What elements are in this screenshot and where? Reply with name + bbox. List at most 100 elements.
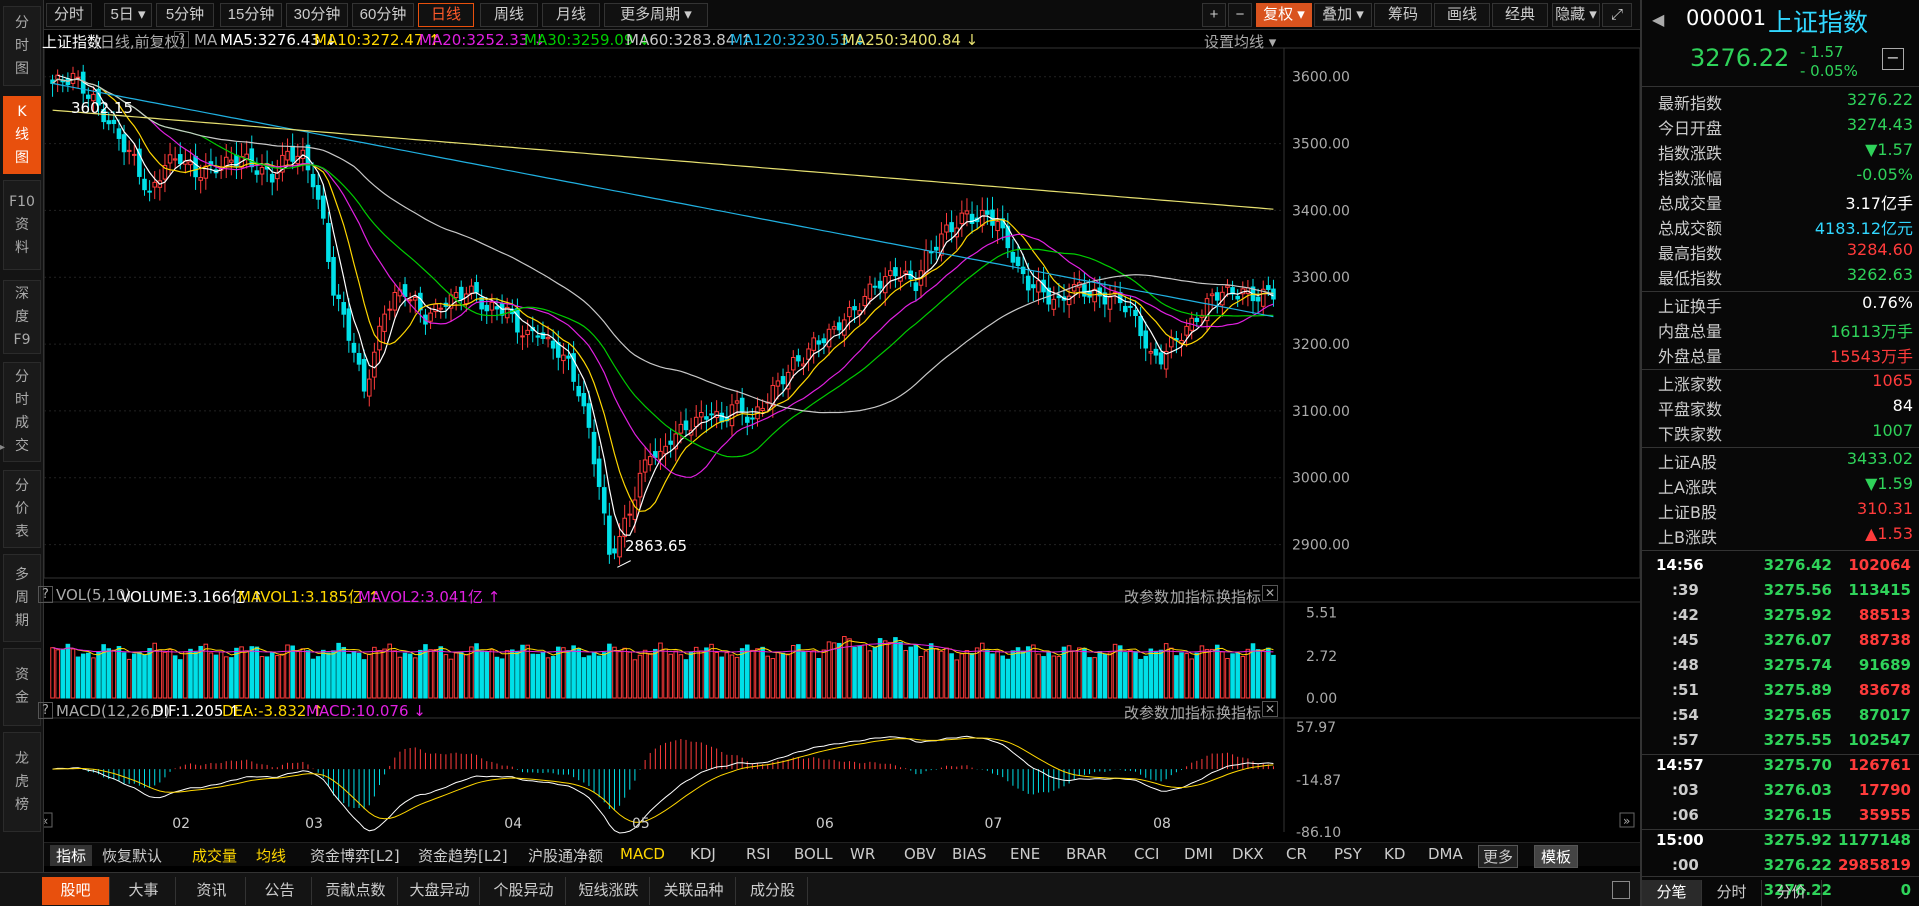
- bottom-tab-4[interactable]: 贡献点数: [314, 877, 398, 905]
- left-tab-8[interactable]: 龙 虎 榜: [3, 732, 41, 832]
- volume-bar: [775, 651, 781, 699]
- period-button-5[interactable]: 60分钟: [352, 3, 414, 27]
- chip-button[interactable]: 筹码: [1374, 3, 1432, 27]
- indicator-tab-18[interactable]: DKX: [1232, 845, 1264, 863]
- vol-close-icon[interactable]: ✕: [1262, 585, 1279, 601]
- vol-swap-indicator[interactable]: 换指标: [1216, 586, 1261, 607]
- indicator-tab-13[interactable]: BIAS: [952, 845, 987, 863]
- volume-bar: [1174, 655, 1179, 699]
- right-tab-2[interactable]: 分价: [1762, 880, 1822, 906]
- indicator-tab-14[interactable]: ENE: [1010, 845, 1040, 863]
- chart-canvas[interactable]: 3600.00 3500.00 3400.00 3300.00 3200.00 3100.…: [44, 30, 1640, 842]
- candle-body: [607, 515, 612, 555]
- fullscreen-icon[interactable]: ⤢: [1602, 3, 1632, 27]
- period-button-4[interactable]: 30分钟: [286, 3, 348, 27]
- indicator-tab-1[interactable]: 恢复默认: [102, 845, 162, 866]
- macd-change-params[interactable]: 改参数: [1124, 702, 1169, 723]
- left-tab-0[interactable]: 分 时 图: [3, 6, 41, 86]
- bottom-tab-2[interactable]: 资讯: [178, 877, 246, 905]
- left-tab-5[interactable]: 分 价 表: [3, 470, 41, 548]
- period-button-6[interactable]: 日线: [418, 3, 474, 27]
- indicator-tab-19[interactable]: CR: [1286, 845, 1307, 863]
- indicator-tab-20[interactable]: PSY: [1334, 845, 1362, 863]
- help-icon[interactable]: ?: [174, 31, 189, 48]
- candle-body: [1010, 251, 1016, 263]
- macd-add-indicator[interactable]: 加指标: [1170, 702, 1215, 723]
- candle-body: [545, 336, 551, 340]
- indicator-tab-22[interactable]: DMA: [1428, 845, 1463, 863]
- indicator-tab-23[interactable]: 更多: [1478, 845, 1519, 868]
- indicator-tab-12[interactable]: OBV: [904, 845, 936, 863]
- indicator-tab-6[interactable]: 沪股通净额: [528, 845, 603, 866]
- indicator-tab-10[interactable]: BOLL: [794, 845, 833, 863]
- indicator-tab-24[interactable]: 模板: [1534, 845, 1579, 868]
- vol-add-indicator[interactable]: 加指标: [1170, 586, 1215, 607]
- right-tab-1[interactable]: 分时: [1702, 880, 1762, 906]
- period-button-0[interactable]: 分时: [46, 3, 92, 27]
- volume-bar: [1056, 656, 1062, 699]
- indicator-tab-3[interactable]: 均线: [256, 845, 286, 866]
- period-button-3[interactable]: 15分钟: [220, 3, 282, 27]
- left-tab-7[interactable]: 资 金: [3, 648, 41, 726]
- period-button-1[interactable]: 5日 ▾: [104, 3, 152, 27]
- collapse-handle-icon[interactable]: ▸: [0, 442, 6, 464]
- candle-body: [1071, 284, 1077, 292]
- volume-bar: [913, 644, 919, 699]
- bottom-tab-3[interactable]: 公告: [248, 877, 312, 905]
- left-tab-1[interactable]: K 线 图: [3, 96, 41, 174]
- macd-swap-indicator[interactable]: 换指标: [1216, 702, 1261, 723]
- indicator-tab-16[interactable]: CCI: [1134, 845, 1159, 863]
- indicator-tab-21[interactable]: KD: [1384, 845, 1405, 863]
- macd-close-icon[interactable]: ✕: [1262, 701, 1279, 717]
- classic-button[interactable]: 经典: [1492, 3, 1548, 27]
- adjust-button[interactable]: 复权 ▾: [1256, 3, 1312, 27]
- period-button-9[interactable]: 更多周期 ▾: [604, 3, 708, 27]
- candle-body: [86, 94, 91, 99]
- zoom-out-button[interactable]: −: [1228, 3, 1252, 27]
- bottom-tab-0[interactable]: 股吧: [42, 877, 110, 905]
- volume-bar: [407, 653, 413, 699]
- bottom-tab-9[interactable]: 成分股: [738, 877, 808, 905]
- kline-chart[interactable]: 3600.00 3500.00 3400.00 3300.00 3200.00 3100.…: [38, 30, 1640, 841]
- volume-bar: [326, 652, 331, 699]
- left-tab-3[interactable]: 深 度 F9: [3, 280, 41, 354]
- indicator-tab-0[interactable]: 指标: [50, 845, 93, 866]
- indicator-tab-17[interactable]: DMI: [1184, 845, 1213, 863]
- bottom-tab-7[interactable]: 短线涨跌: [568, 877, 650, 905]
- collapse-button[interactable]: −: [1882, 48, 1904, 70]
- bottom-tab-1[interactable]: 大事: [112, 877, 176, 905]
- vol-help-icon[interactable]: ?: [38, 586, 53, 603]
- left-tab-2[interactable]: F10 资 料: [3, 180, 41, 270]
- period-button-7[interactable]: 周线: [480, 3, 538, 27]
- bottom-tab-6[interactable]: 个股异动: [482, 877, 566, 905]
- indicator-tab-4[interactable]: 资金博弈[L2]: [310, 845, 400, 866]
- indicator-tab-5[interactable]: 资金趋势[L2]: [418, 845, 508, 866]
- period-button-2[interactable]: 5分钟: [156, 3, 214, 27]
- right-tab-0[interactable]: 分笔: [1642, 880, 1702, 906]
- left-tab-4[interactable]: 分 时 成 交: [3, 362, 41, 462]
- hide-button[interactable]: 隐藏 ▾: [1552, 3, 1600, 27]
- stat-value: 3.17亿手: [1845, 194, 1913, 213]
- period-button-8[interactable]: 月线: [542, 3, 600, 27]
- indicator-tab-8[interactable]: KDJ: [690, 845, 716, 863]
- volume-bar: [862, 644, 868, 699]
- vol-change-params[interactable]: 改参数: [1124, 586, 1169, 607]
- indicator-tab-7[interactable]: MACD: [620, 845, 665, 863]
- draw-button[interactable]: 画线: [1434, 3, 1490, 27]
- zoom-in-button[interactable]: +: [1202, 3, 1226, 27]
- indicator-tab-11[interactable]: WR: [850, 845, 875, 863]
- indicator-tab-15[interactable]: BRAR: [1066, 845, 1107, 863]
- nav-left-icon[interactable]: ◀: [1652, 10, 1664, 29]
- ma-settings-button[interactable]: 设置均线 ▾: [1204, 31, 1276, 52]
- indicator-tab-2[interactable]: 成交量: [192, 845, 237, 866]
- overlay-button[interactable]: 叠加 ▾: [1314, 3, 1372, 27]
- bottom-tab-8[interactable]: 关联品种: [652, 877, 736, 905]
- low-annotation: 2863.65: [625, 537, 688, 555]
- indicator-tab-9[interactable]: RSI: [746, 845, 770, 863]
- expand-icon[interactable]: [1612, 881, 1630, 899]
- stat-label: 上B涨跌: [1658, 528, 1717, 547]
- volume-bar: [147, 648, 152, 699]
- bottom-tab-5[interactable]: 大盘异动: [400, 877, 480, 905]
- macd-help-icon[interactable]: ?: [38, 702, 53, 719]
- left-tab-6[interactable]: 多 周 期: [3, 554, 41, 642]
